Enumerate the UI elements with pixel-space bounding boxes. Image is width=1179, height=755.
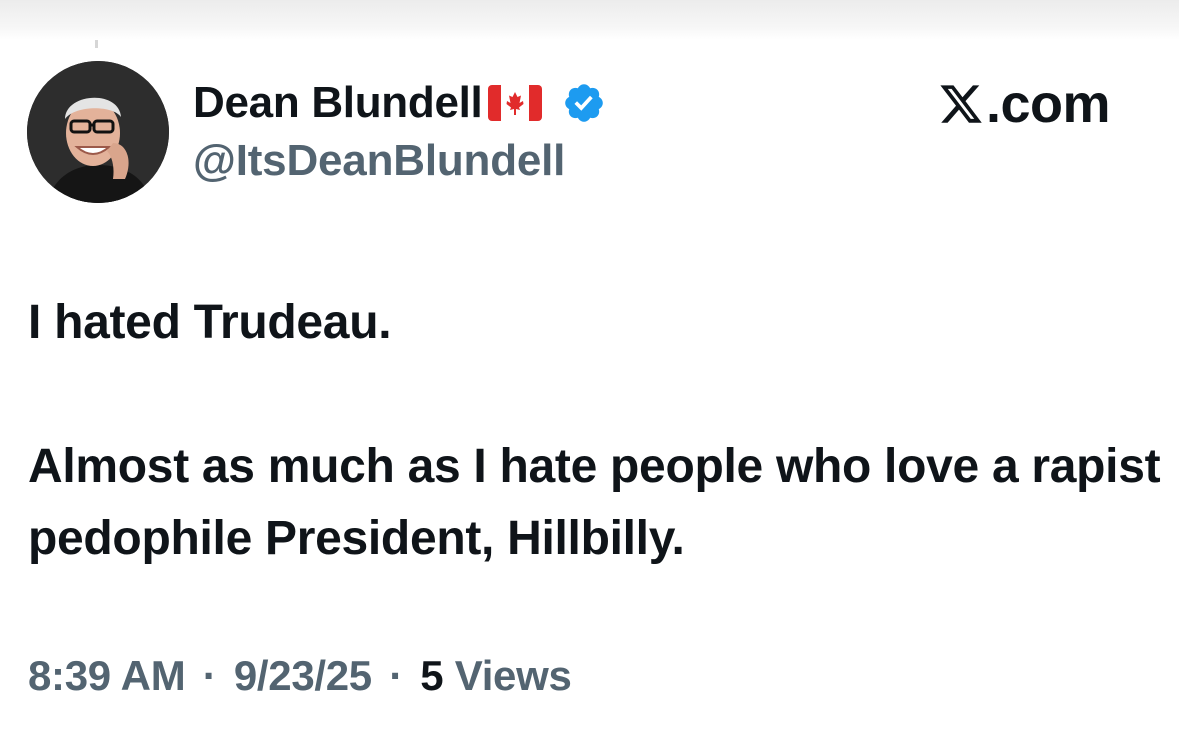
tweet-paragraph: Almost as much as I hate people who love…: [28, 440, 1161, 565]
views-count[interactable]: 5: [420, 652, 443, 699]
canada-flag-icon: [488, 85, 543, 121]
avatar[interactable]: [27, 61, 169, 203]
x-logo-icon: [938, 81, 984, 127]
tweet-meta: 8:39 AM · 9/23/25 · 5 Views: [28, 652, 572, 700]
top-edge-mark: [95, 40, 98, 48]
tweet-time[interactable]: 8:39 AM: [28, 652, 186, 699]
author-display-name[interactable]: Dean Blundell: [193, 78, 483, 128]
brand-domain: .com: [986, 74, 1111, 134]
author-handle[interactable]: @ItsDeanBlundell: [193, 136, 565, 186]
top-edge: [0, 0, 1179, 40]
meta-separator: ·: [202, 652, 217, 699]
author-name-row: Dean Blundell: [193, 75, 606, 131]
meta-separator: ·: [389, 652, 403, 699]
views-label: Views: [454, 652, 572, 699]
avatar-photo: [27, 61, 169, 203]
tweet-text: I hated Trudeau. Almost as much as I hat…: [28, 287, 1168, 575]
tweet-date[interactable]: 9/23/25: [234, 652, 372, 699]
tweet-paragraph: I hated Trudeau.: [28, 296, 392, 349]
brand-mark: .com: [938, 74, 1111, 134]
verified-badge-icon: [562, 81, 606, 125]
